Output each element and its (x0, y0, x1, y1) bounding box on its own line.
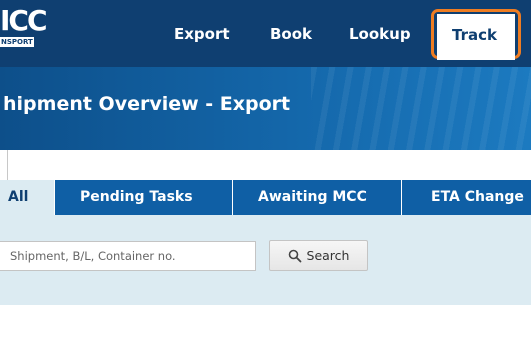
page-title: hipment Overview - Export (3, 93, 291, 115)
search-icon (288, 249, 301, 262)
page-header-band: hipment Overview - Export (0, 67, 531, 150)
logo-text: ICC (0, 4, 47, 37)
tab-pending-tasks[interactable]: Pending Tasks (55, 180, 232, 215)
nav-book[interactable]: Book (270, 23, 312, 45)
tab-all[interactable]: All (0, 180, 54, 216)
tab-eta-change[interactable]: ETA Change (402, 180, 531, 215)
content-area (0, 305, 531, 341)
search-button-label: Search (306, 248, 350, 263)
nav-lookup[interactable]: Lookup (349, 23, 411, 45)
logo-subtext: NSPORT (0, 37, 34, 47)
tab-bar: All Pending Tasks Awaiting MCC ETA Chang… (0, 180, 531, 216)
nav-track[interactable]: Track (437, 14, 515, 60)
tab-awaiting-mcc[interactable]: Awaiting MCC (233, 180, 401, 215)
search-button[interactable]: Search (269, 240, 368, 271)
search-input[interactable] (0, 241, 256, 271)
company-logo[interactable]: ICC NSPORT (0, 6, 47, 47)
nav-export[interactable]: Export (174, 23, 230, 45)
